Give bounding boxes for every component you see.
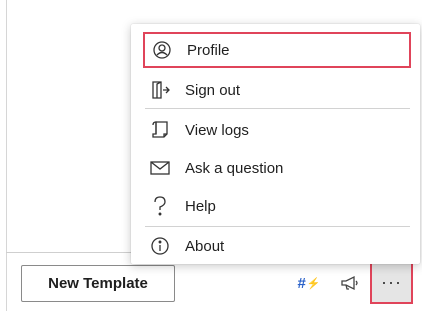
menu-item-label: Help <box>185 197 216 215</box>
info-icon <box>149 235 171 257</box>
footer-divider <box>6 252 142 253</box>
account-menu: Profile Sign out View logs Ask a questio… <box>131 24 420 264</box>
menu-divider <box>145 108 410 109</box>
menu-item-sign-out[interactable]: Sign out <box>143 72 411 108</box>
menu-item-label: View logs <box>185 121 249 139</box>
menu-item-label: Ask a question <box>185 159 284 177</box>
sign-out-icon <box>149 79 171 101</box>
menu-divider <box>145 226 410 227</box>
logs-icon <box>149 119 171 141</box>
menu-item-ask-question[interactable]: Ask a question <box>143 150 411 186</box>
menu-item-label: Profile <box>187 41 230 59</box>
menu-item-about[interactable]: About <box>143 228 411 264</box>
new-template-button[interactable]: New Template <box>21 265 175 302</box>
hashtag-lightning-icon[interactable]: # ⚡ <box>296 268 322 298</box>
menu-item-label: About <box>185 237 225 255</box>
megaphone-icon[interactable] <box>336 268 364 298</box>
more-options-button[interactable]: ··· <box>370 261 413 304</box>
mail-icon <box>149 157 171 179</box>
help-icon <box>149 195 171 217</box>
menu-item-profile[interactable]: Profile <box>143 32 411 68</box>
menu-item-view-logs[interactable]: View logs <box>143 112 411 148</box>
profile-icon <box>151 39 173 61</box>
menu-item-label: Sign out <box>185 81 241 99</box>
menu-item-help[interactable]: Help <box>143 188 411 224</box>
